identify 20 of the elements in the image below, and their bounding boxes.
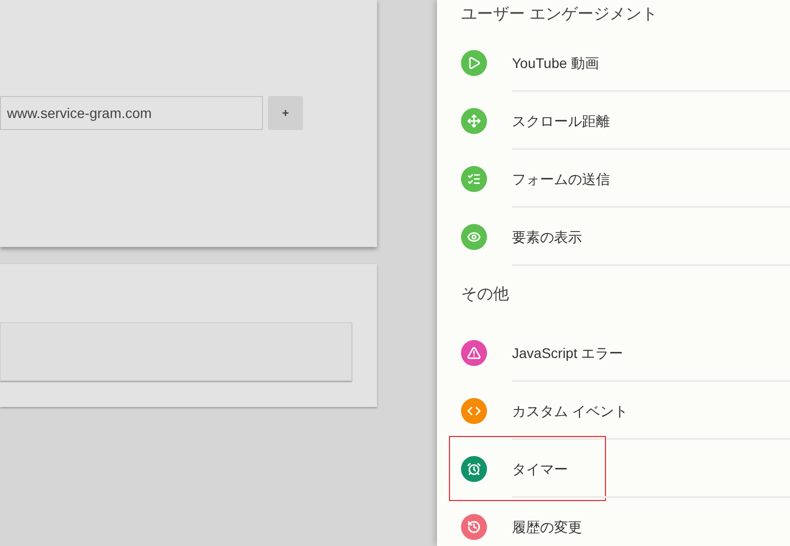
item-label: 要素の表示 (512, 228, 582, 246)
item-label: JavaScript エラー (512, 344, 624, 363)
trigger-type-item[interactable]: スクロール距離 (437, 92, 790, 150)
trigger-type-item[interactable]: タイマー (437, 440, 790, 498)
item-label: 履歴の変更 (512, 518, 582, 536)
section-heading: その他 (461, 285, 509, 305)
add-button[interactable]: + (268, 96, 303, 130)
item-label: スクロール距離 (512, 112, 610, 130)
item-label: YouTube 動画 (512, 54, 599, 72)
trigger-type-item[interactable]: カスタム イベント (437, 382, 790, 440)
item-label: フォームの送信 (512, 170, 610, 188)
trigger-type-item[interactable]: 要素の表示 (437, 208, 790, 266)
trigger-type-item[interactable]: YouTube 動画 (437, 34, 790, 92)
trigger-type-item[interactable]: 履歴の変更 (437, 498, 790, 546)
item-label: カスタム イベント (512, 402, 628, 420)
url-input-field[interactable]: www.service-gram.com (0, 96, 263, 130)
trigger-type-item[interactable]: JavaScript エラー (437, 324, 790, 382)
trigger-type-item[interactable]: フォームの送信 (437, 150, 790, 208)
item-label: タイマー (512, 460, 568, 478)
section-heading: ユーザー エンゲージメント (461, 5, 658, 25)
